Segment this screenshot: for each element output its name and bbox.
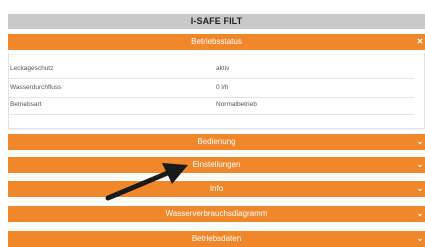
annotation-arrow-icon xyxy=(105,163,188,201)
